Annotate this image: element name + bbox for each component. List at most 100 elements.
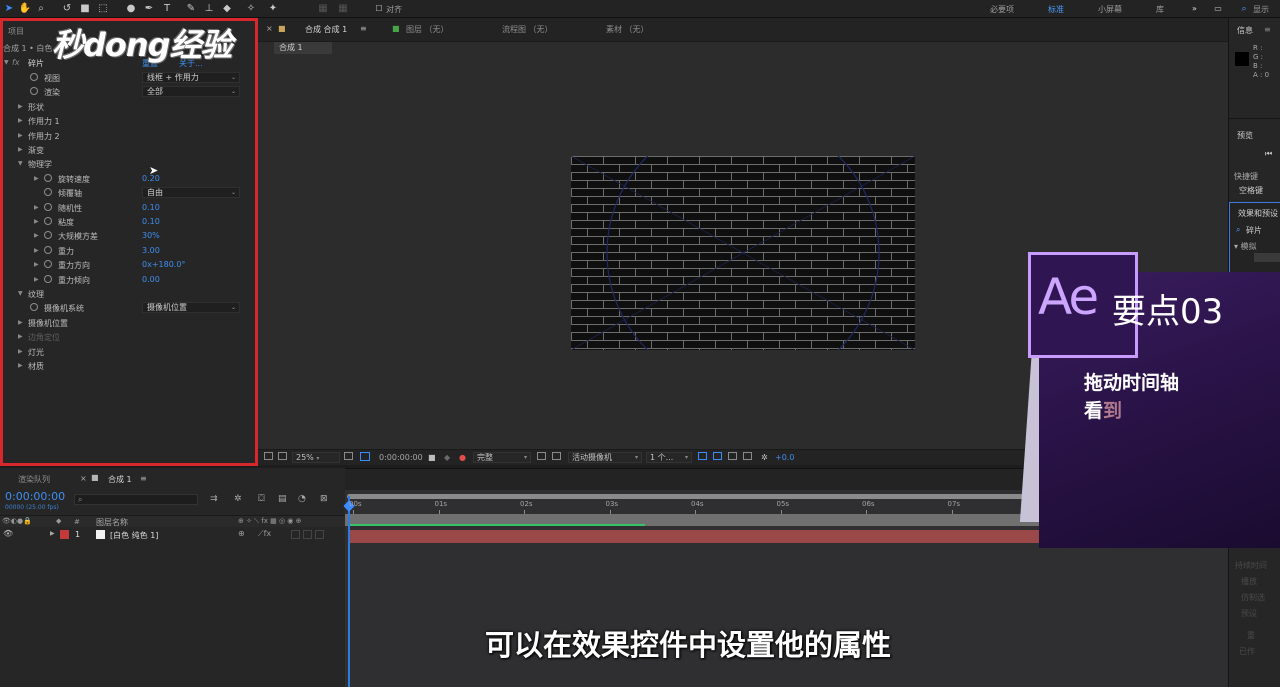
roto-brush-tool-icon[interactable]: ✧ <box>244 2 258 16</box>
twirl-closed-icon[interactable]: ▶ <box>34 276 39 283</box>
stopwatch-icon[interactable] <box>44 274 52 283</box>
display-icon[interactable] <box>278 452 287 460</box>
property-row[interactable]: ▶ 粘度 0.10 <box>3 216 243 230</box>
property-row[interactable]: ▶ 材质 <box>3 360 243 374</box>
twirl-closed-icon[interactable]: ▶ <box>18 362 23 369</box>
toggle-mask-icon[interactable] <box>552 452 561 460</box>
comp-flowchart-icon[interactable] <box>743 452 752 460</box>
layer-shy-switch-icon[interactable]: ⊕ <box>238 529 245 538</box>
twirl-closed-icon[interactable]: ▶ <box>34 175 39 182</box>
draft-3d-icon[interactable]: ✲ <box>234 494 242 504</box>
property-row[interactable]: ▶ 摄像机位置 <box>3 317 243 331</box>
tab-timeline-comp[interactable]: 合成 1 <box>108 474 132 485</box>
property-value[interactable]: 0x+180.0° <box>142 260 185 269</box>
timeline-timecode[interactable]: 0:00:00:00 <box>5 490 65 503</box>
puppet-pin-tool-icon[interactable]: ✦ <box>266 2 280 16</box>
always-preview-icon[interactable] <box>264 452 273 460</box>
search-help-label[interactable]: 显示 <box>1253 4 1269 15</box>
tab-footage[interactable]: 素材 （无） <box>606 24 649 35</box>
property-dropdown[interactable]: 自由 ⌄ <box>142 187 240 199</box>
property-value[interactable]: 0.10 <box>142 217 160 226</box>
effects-search-input[interactable]: 碎片 <box>1246 225 1262 236</box>
effects-search-icon[interactable]: ⌕ <box>1236 225 1240 235</box>
stopwatch-icon[interactable] <box>44 260 52 269</box>
exposure-value[interactable]: +0.0 <box>775 453 794 462</box>
stopwatch-icon[interactable] <box>30 73 38 81</box>
workspace-library[interactable]: 库 <box>1156 4 1164 15</box>
graph-editor-icon[interactable]: ⊠ <box>320 494 328 504</box>
timeline-menu-icon[interactable]: ≡ <box>140 474 147 483</box>
property-value[interactable]: 0.10 <box>142 203 160 212</box>
skip-to-start-icon[interactable]: ⏮ <box>1265 149 1272 159</box>
stopwatch-icon[interactable] <box>44 231 52 240</box>
layer-fx-switch-icon[interactable]: ⟋fx <box>258 529 271 539</box>
stopwatch-icon[interactable] <box>30 303 38 312</box>
resolution-dropdown[interactable]: 完整 ▾ <box>473 452 531 463</box>
property-row[interactable]: ▶ 重力倾向 0.00 <box>3 274 243 288</box>
property-row[interactable]: ▼ 纹理 <box>3 288 243 302</box>
twirl-closed-icon[interactable]: ▶ <box>34 261 39 268</box>
layer-row[interactable]: 👁 ▶ 1 [白色 纯色 1] ⊕ ⟋fx <box>0 528 345 541</box>
info-panel-menu-icon[interactable]: ≡ <box>1264 25 1271 34</box>
fx-icon[interactable]: fx <box>12 58 20 67</box>
transparency-grid-icon[interactable] <box>360 452 370 461</box>
twirl-closed-icon[interactable]: ▶ <box>18 319 23 326</box>
view-layout-dropdown[interactable]: 1 个... ▾ <box>646 452 692 463</box>
property-value[interactable]: 3.00 <box>142 246 160 255</box>
property-dropdown[interactable]: 线框 + 作用力 ⌄ <box>142 72 240 83</box>
close-comp-tab-icon[interactable]: × <box>266 24 273 33</box>
property-row[interactable]: ▶ 灯光 <box>3 346 243 360</box>
composition-canvas[interactable] <box>571 156 915 350</box>
property-row[interactable]: ▶ 作用力 1 <box>3 115 243 129</box>
camera-tool-icon[interactable]: ■ <box>78 2 92 16</box>
property-row[interactable]: ▶ 大规模方差 30% <box>3 230 243 244</box>
property-row[interactable]: ▼ 物理学 <box>3 158 243 172</box>
tab-layer[interactable]: 图层 （无） <box>406 24 449 35</box>
show-snapshot-icon[interactable]: ◆ <box>444 453 450 462</box>
type-tool-icon[interactable]: T <box>160 2 174 16</box>
timeline-link-icon[interactable] <box>728 452 737 460</box>
shape-tool-icon[interactable]: ● <box>124 2 138 16</box>
property-dropdown[interactable]: 摄像机位置 ⌄ <box>142 302 240 314</box>
stopwatch-icon[interactable] <box>44 173 52 182</box>
fast-preview-icon[interactable] <box>537 452 546 460</box>
close-timeline-tab-icon[interactable]: × <box>80 474 87 483</box>
camera-view-dropdown[interactable]: 活动摄像机 ▾ <box>568 452 642 463</box>
property-row[interactable]: 渲染 全部 ⌄ <box>3 86 243 100</box>
twirl-closed-icon[interactable]: ▶ <box>34 247 39 254</box>
more-workspaces-icon[interactable]: » <box>1192 4 1197 13</box>
zoom-tool-icon[interactable]: ⌕ <box>34 2 48 16</box>
layer-adjustment-box[interactable] <box>303 530 312 539</box>
stopwatch-icon[interactable] <box>44 245 52 254</box>
property-row[interactable]: ▶ 作用力 2 <box>3 130 243 144</box>
property-value[interactable]: 0.00 <box>142 275 160 284</box>
shy-layers-icon[interactable]: ⛋ <box>258 494 265 504</box>
viewer-timecode[interactable]: 0:00:00:00 <box>379 453 423 462</box>
comp-tab-menu-icon[interactable]: ≡ <box>360 24 367 33</box>
tab-project[interactable]: 项目 <box>8 26 24 37</box>
layer-motion-blur-box[interactable] <box>291 530 300 539</box>
twirl-closed-icon[interactable]: ▶ <box>18 132 23 139</box>
property-row[interactable]: 视图 线框 + 作用力 ⌄ <box>3 72 243 86</box>
clone-stamp-tool-icon[interactable]: ⊥ <box>202 2 216 16</box>
property-row[interactable]: 摄像机系统 摄像机位置 ⌄ <box>3 302 243 316</box>
channel-icon[interactable]: ● <box>459 453 466 462</box>
twirl-closed-icon[interactable]: ▶ <box>34 232 39 239</box>
pan-behind-tool-icon[interactable]: ⬚ <box>96 2 110 16</box>
snap-checkbox[interactable]: ☐ <box>372 2 386 16</box>
frame-blending-icon[interactable]: ▤ <box>278 494 287 504</box>
snapshot-icon[interactable]: ■ <box>428 453 436 462</box>
sync-settings-icon[interactable]: ▭ <box>1211 2 1225 16</box>
info-panel-title[interactable]: 信息 <box>1237 25 1253 36</box>
property-row[interactable]: ▶ 随机性 0.10 <box>3 202 243 216</box>
stopwatch-icon[interactable] <box>30 87 38 96</box>
twirl-closed-icon[interactable]: ▶ <box>18 117 23 124</box>
twirl-closed-icon[interactable]: ▶ <box>18 146 23 153</box>
pixel-aspect-icon[interactable] <box>698 452 707 460</box>
workspace-standard[interactable]: 标准 <box>1048 4 1064 15</box>
twirl-closed-icon[interactable]: ▶ <box>18 348 23 355</box>
layer-3d-box[interactable] <box>315 530 324 539</box>
tab-composition[interactable]: 合成 合成 1 <box>305 24 347 35</box>
selection-tool-icon[interactable]: ➤ <box>2 2 16 16</box>
layer-expand-icon[interactable]: ▶ <box>50 530 55 537</box>
